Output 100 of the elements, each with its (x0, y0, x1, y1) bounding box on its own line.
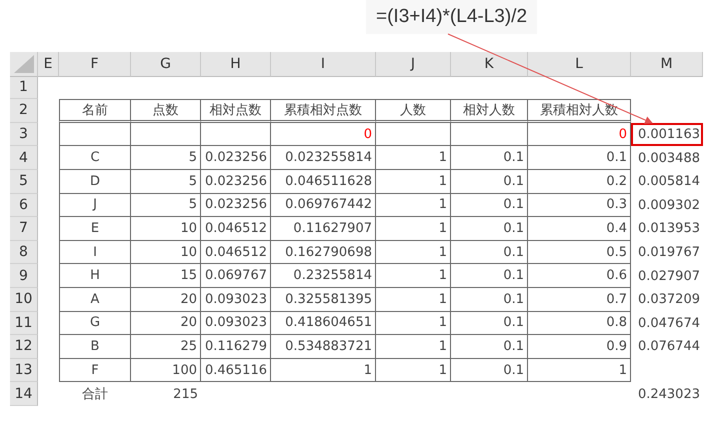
column-header[interactable]: I (271, 52, 376, 77)
table-cell: 10 (131, 217, 201, 241)
column-header[interactable]: K (451, 52, 528, 77)
table-cell: 0.1 (451, 312, 528, 336)
column-title: 累積相対点数 (271, 99, 376, 123)
select-all-icon[interactable] (10, 52, 38, 77)
table-cell: 0.1 (451, 264, 528, 288)
table-cell: 5 (131, 170, 201, 194)
table-cell-text: 0.076744 (636, 338, 701, 356)
table-cell: 0.093023 (201, 312, 271, 336)
table-cell: 0.069767 (201, 264, 271, 288)
table-cell: 1 (376, 312, 451, 336)
table-cell: 0.046512 (201, 240, 271, 264)
column-title: 累積相対人数 (528, 99, 631, 123)
table-cell: 1 (376, 170, 451, 194)
table-cell: 100 (131, 358, 201, 382)
table-cell: 0.9 (528, 335, 631, 359)
table-cell: 0.4 (528, 217, 631, 241)
table-cell-text: 0.019767 (636, 244, 701, 262)
column-header[interactable]: M (631, 52, 703, 77)
row-header[interactable]: 12 (10, 335, 38, 359)
empty-cell (59, 122, 131, 146)
column-header[interactable]: H (201, 52, 271, 77)
table-cell: 1 (376, 288, 451, 312)
table-cell-text: 0.243023 (636, 386, 701, 404)
table-cell: 0 (271, 122, 376, 146)
column-header[interactable]: J (376, 52, 451, 77)
table-cell: 0.7 (528, 288, 631, 312)
table-cell: 1 (271, 358, 376, 382)
table-cell: 20 (131, 312, 201, 336)
row-header[interactable]: 3 (10, 122, 38, 146)
table-cell: 0.11627907 (271, 217, 376, 241)
table-cell: F (59, 358, 131, 382)
table-cell: 0.023256 (201, 170, 271, 194)
table-cell: 0.1 (451, 288, 528, 312)
table-cell-text: 215 (172, 386, 199, 404)
table-cell: 0 (528, 122, 631, 146)
table-cell: 0.116279 (201, 335, 271, 359)
table-cell: B (59, 335, 131, 359)
table-cell: 1 (528, 358, 631, 382)
row-header[interactable]: 9 (10, 264, 38, 288)
row-header[interactable]: 11 (10, 312, 38, 336)
row-header[interactable]: 2 (10, 99, 38, 123)
table-cell: H (59, 264, 131, 288)
table-cell: 1 (376, 146, 451, 170)
table-cell: 0.8 (528, 312, 631, 336)
table-cell: 0.046511628 (271, 170, 376, 194)
table-cell: A (59, 288, 131, 312)
table-cell: 0.1 (451, 194, 528, 218)
table-cell: 5 (131, 194, 201, 218)
column-title: 人数 (376, 99, 451, 123)
row-header[interactable]: 14 (10, 382, 38, 406)
table-cell: 0.5 (528, 240, 631, 264)
row-header[interactable]: 6 (10, 194, 38, 218)
table-cell: 1 (376, 264, 451, 288)
table-cell: 0.023256 (201, 194, 271, 218)
table-cell: 5 (131, 146, 201, 170)
table-cell: 0.046512 (201, 217, 271, 241)
table-cell-text: 0.003488 (636, 150, 701, 168)
table-cell: E (59, 217, 131, 241)
column-header[interactable]: G (131, 52, 201, 77)
empty-cell (201, 122, 271, 146)
table-cell: 0.418604651 (271, 312, 376, 336)
table-cell: 0.023256 (201, 146, 271, 170)
table-cell: 15 (131, 264, 201, 288)
table-cell: 0.1 (451, 217, 528, 241)
table-cell: I (59, 240, 131, 264)
table-cell: 0.1 (451, 240, 528, 264)
row-header[interactable]: 13 (10, 358, 38, 382)
table-cell: 20 (131, 288, 201, 312)
table-cell: 0.162790698 (271, 240, 376, 264)
row-header[interactable]: 10 (10, 288, 38, 312)
table-cell-text: 0.027907 (636, 268, 701, 286)
table-cell-text: 0.005814 (636, 173, 701, 192)
row-header[interactable]: 5 (10, 170, 38, 194)
column-title: 相対人数 (451, 99, 528, 123)
table-cell: G (59, 312, 131, 336)
table-cell: 0.534883721 (271, 335, 376, 359)
row-header[interactable]: 1 (10, 76, 38, 100)
column-header[interactable]: E (38, 52, 59, 77)
table-cell: 0.1 (451, 170, 528, 194)
table-cell: 0.001163 (631, 122, 703, 146)
row-header[interactable]: 7 (10, 217, 38, 241)
row-header[interactable]: 4 (10, 146, 38, 170)
table-cell: 0.325581395 (271, 288, 376, 312)
table-cell: 0.2 (528, 170, 631, 194)
table-cell-text: 合計 (81, 386, 109, 404)
table-cell-text: 0.009302 (636, 196, 701, 215)
table-cell: 1 (376, 240, 451, 264)
table-cell: 0.1 (451, 146, 528, 170)
column-header[interactable]: F (59, 52, 131, 77)
table-cell: D (59, 170, 131, 194)
column-title: 相対点数 (201, 99, 271, 123)
table-cell: 0.3 (528, 194, 631, 218)
table-cell: 10 (131, 240, 201, 264)
table-cell: 25 (131, 335, 201, 359)
table-cell: 0.023255814 (271, 146, 376, 170)
formula-callout: =(I3+I4)*(L4-L3)/2 (366, 0, 538, 34)
row-header[interactable]: 8 (10, 240, 38, 264)
column-header[interactable]: L (528, 52, 631, 77)
